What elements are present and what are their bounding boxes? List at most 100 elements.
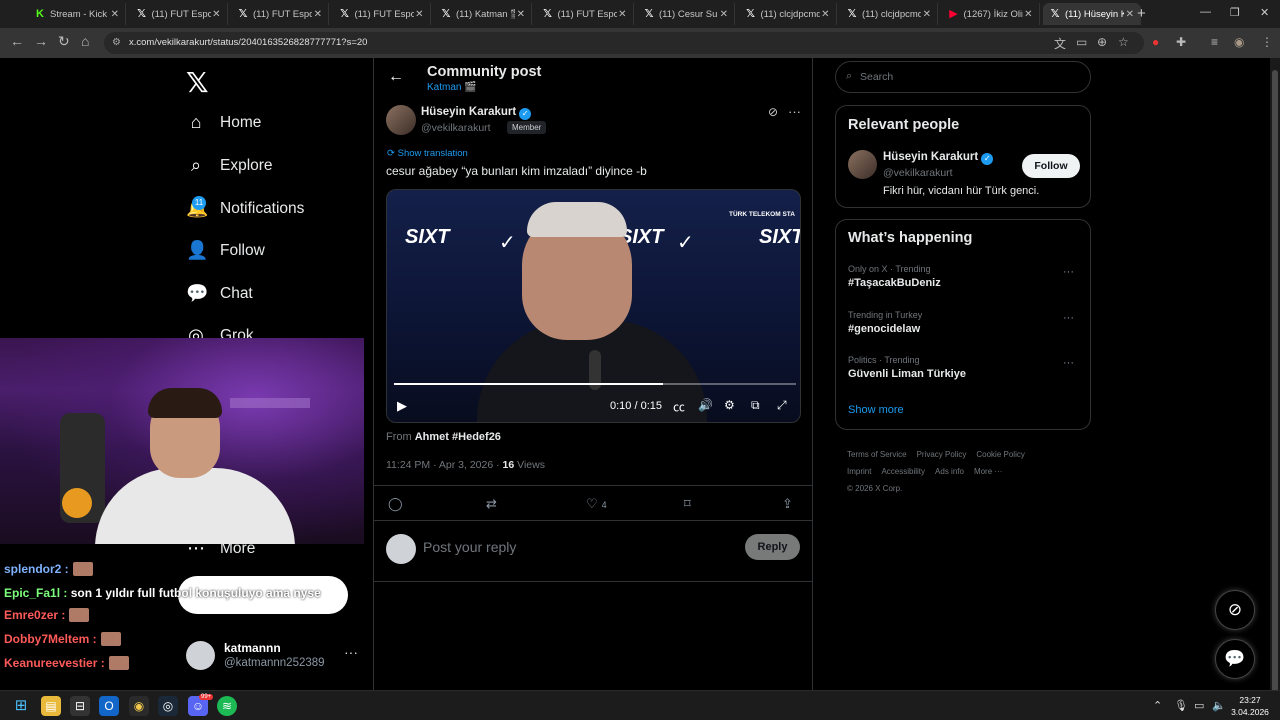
pip-icon[interactable]: ⧉ xyxy=(751,398,760,413)
video-progress-bar[interactable] xyxy=(394,383,796,385)
browser-tab[interactable]: 𝕏 (11) Cesur Sun ✕ xyxy=(637,3,735,25)
share-icon[interactable]: ⇪ xyxy=(782,496,793,512)
search-input[interactable]: ⌕ Search xyxy=(835,61,1091,93)
translate-icon[interactable]: 文 xyxy=(1054,35,1066,52)
reply-input[interactable]: Post your reply xyxy=(423,539,516,555)
sidebar-item-follow[interactable]: 👤 Follow xyxy=(186,240,265,261)
store-icon[interactable]: ⊟ xyxy=(70,696,90,716)
community-link[interactable]: Katman 🎬 xyxy=(427,82,477,93)
chrome-icon[interactable]: ◉ xyxy=(129,696,149,716)
follow-button[interactable]: Follow xyxy=(1022,154,1080,178)
settings-gear-icon[interactable]: ⚙ xyxy=(724,398,735,412)
grok-icon[interactable]: ⊘ xyxy=(768,105,778,119)
footer-link[interactable]: Accessibility xyxy=(881,467,925,476)
media-icon[interactable]: ≡ xyxy=(1211,35,1218,49)
cast-icon[interactable]: ▭ xyxy=(1076,35,1087,49)
zoom-icon[interactable]: ⊕ xyxy=(1097,35,1107,49)
trend-item[interactable]: Politics · Trending Güvenli Liman Türkiye… xyxy=(848,355,1080,380)
browser-tab[interactable]: 𝕏 (11) clcjdpcmd ✕ xyxy=(840,3,938,25)
footer-link[interactable]: Terms of Service xyxy=(847,450,907,459)
messages-fab-button[interactable]: 💬 xyxy=(1215,639,1255,679)
footer-link[interactable]: Cookie Policy xyxy=(976,450,1024,459)
bookmark-icon[interactable]: ⌑ xyxy=(684,496,691,512)
home-browser-icon[interactable]: ⌂ xyxy=(81,33,89,49)
reply-button[interactable]: Reply xyxy=(745,534,800,560)
like-button[interactable]: ♡ 4 xyxy=(586,496,607,512)
tab-close-icon[interactable]: ✕ xyxy=(921,9,931,20)
more-dots-icon[interactable]: ··· xyxy=(1063,312,1074,324)
extensions-puzzle-icon[interactable]: ✚ xyxy=(1176,35,1186,49)
steam-icon[interactable]: ◎ xyxy=(158,696,178,716)
tab-close-icon[interactable]: ✕ xyxy=(1023,9,1032,20)
trend-item[interactable]: Only on X · Trending #TaşacakBuDeniz ··· xyxy=(848,264,1080,289)
avatar[interactable] xyxy=(848,150,877,179)
browser-tab[interactable]: 𝕏 (11) Katman 🎬✕ xyxy=(434,3,532,25)
browser-tab[interactable]: 𝕏 (11) Hüseyin K ✕ xyxy=(1043,3,1141,25)
trend-item[interactable]: Trending in Turkey #genocidelaw ··· xyxy=(848,310,1080,335)
more-dots-icon[interactable]: ··· xyxy=(788,104,801,119)
minimize-icon[interactable]: — xyxy=(1200,6,1211,18)
footer-link[interactable]: More ··· xyxy=(974,467,1002,476)
browser-tab[interactable]: ▶ (1267) İkiz Olim✕ xyxy=(942,3,1040,25)
more-dots-icon[interactable]: ··· xyxy=(344,644,358,660)
captions-icon[interactable]: ㏄ xyxy=(673,398,685,415)
browser-tab[interactable]: 𝕏 (11) FUT Espor ✕ xyxy=(130,3,228,25)
tab-close-icon[interactable]: ✕ xyxy=(718,9,728,20)
person-handle[interactable]: @vekilkarakurt xyxy=(883,167,953,179)
tab-close-icon[interactable]: ✕ xyxy=(820,9,829,20)
account-switcher[interactable]: katmannn @katmannn252389 ··· xyxy=(186,640,366,674)
grok-fab-button[interactable]: ⊘ xyxy=(1215,590,1255,630)
new-tab-button[interactable]: + xyxy=(1137,5,1146,22)
sidebar-item-explore[interactable]: ⌕ Explore xyxy=(186,155,273,176)
reload-icon[interactable]: ↻ xyxy=(58,33,70,50)
show-more-link[interactable]: Show more xyxy=(848,404,904,416)
windows-start-icon[interactable]: ⊞ xyxy=(11,696,31,716)
extension-icon[interactable]: ● xyxy=(1152,35,1159,49)
tab-close-icon[interactable]: ✕ xyxy=(414,9,423,20)
footer-link[interactable]: Ads info xyxy=(935,467,964,476)
tab-close-icon[interactable]: ✕ xyxy=(1124,9,1134,20)
browser-tab[interactable]: 𝕏 (11) FUT Espor ✕ xyxy=(231,3,329,25)
repost-icon[interactable]: ⇄ xyxy=(486,496,497,512)
reply-icon[interactable]: ◯ xyxy=(388,496,403,512)
footer-link[interactable]: Imprint xyxy=(847,467,871,476)
page-scrollbar[interactable] xyxy=(1270,58,1280,696)
tab-close-icon[interactable]: ✕ xyxy=(211,9,220,20)
author-name[interactable]: Hüseyin Karakurt ✓ xyxy=(421,106,532,120)
fullscreen-icon[interactable]: ⤢ xyxy=(777,398,787,413)
back-nav-icon[interactable]: ← xyxy=(10,33,24,49)
address-bar[interactable]: ⚙ x.com/vekilkarakurt/status/20401635268… xyxy=(104,32,1144,54)
site-info-icon[interactable]: ⚙ xyxy=(112,32,121,54)
person-name[interactable]: Hüseyin Karakurt ✓ xyxy=(883,151,994,165)
file-explorer-icon[interactable]: ▤ xyxy=(41,696,61,716)
sidebar-item-home[interactable]: ⌂ Home xyxy=(186,112,262,133)
play-icon[interactable]: ▶ xyxy=(397,398,407,414)
network-icon[interactable]: ▭ xyxy=(1194,699,1204,712)
browser-tab[interactable]: 𝕏 (11) clcjdpcmd ✕ xyxy=(739,3,837,25)
x-logo[interactable]: 𝕏 xyxy=(186,66,209,99)
microphone-icon[interactable]: 🎙 xyxy=(1174,699,1188,712)
tab-close-icon[interactable]: ✕ xyxy=(312,9,322,20)
browser-tab[interactable]: K Stream - Kick B✕ xyxy=(28,3,126,25)
back-arrow-icon[interactable]: ← xyxy=(388,68,404,86)
maximize-icon[interactable]: ❐ xyxy=(1230,6,1240,19)
forward-nav-icon[interactable]: → xyxy=(34,33,48,49)
author-avatar[interactable] xyxy=(386,105,416,135)
tray-chevron-icon[interactable]: ⌃ xyxy=(1153,699,1162,712)
tab-close-icon[interactable]: ✕ xyxy=(515,9,525,20)
tab-close-icon[interactable]: ✕ xyxy=(109,9,119,20)
video-source-link[interactable]: Ahmet #Hedef26 xyxy=(415,431,501,443)
video-player[interactable]: SIXT SIXT SIXT ✓ ✓ TÜRK TELEKOM STA ▶ 0:… xyxy=(386,189,801,423)
tab-close-icon[interactable]: ✕ xyxy=(617,9,626,20)
close-window-icon[interactable]: ✕ xyxy=(1260,6,1269,19)
speaker-icon[interactable]: 🔈 xyxy=(1212,699,1226,712)
menu-kebab-icon[interactable]: ⋮ xyxy=(1261,35,1273,49)
show-translation-link[interactable]: ⟳ Show translation xyxy=(387,148,468,159)
outlook-icon[interactable]: O xyxy=(99,696,119,716)
volume-icon[interactable]: 🔊 xyxy=(698,398,713,412)
taskbar-clock[interactable]: 23:27 3.04.2026 xyxy=(1230,694,1270,718)
more-dots-icon[interactable]: ··· xyxy=(1063,266,1074,278)
browser-tab[interactable]: 𝕏 (11) FUT Espor ✕ xyxy=(536,3,634,25)
more-dots-icon[interactable]: ··· xyxy=(1063,357,1074,369)
spotify-icon[interactable]: ≋ xyxy=(217,696,237,716)
